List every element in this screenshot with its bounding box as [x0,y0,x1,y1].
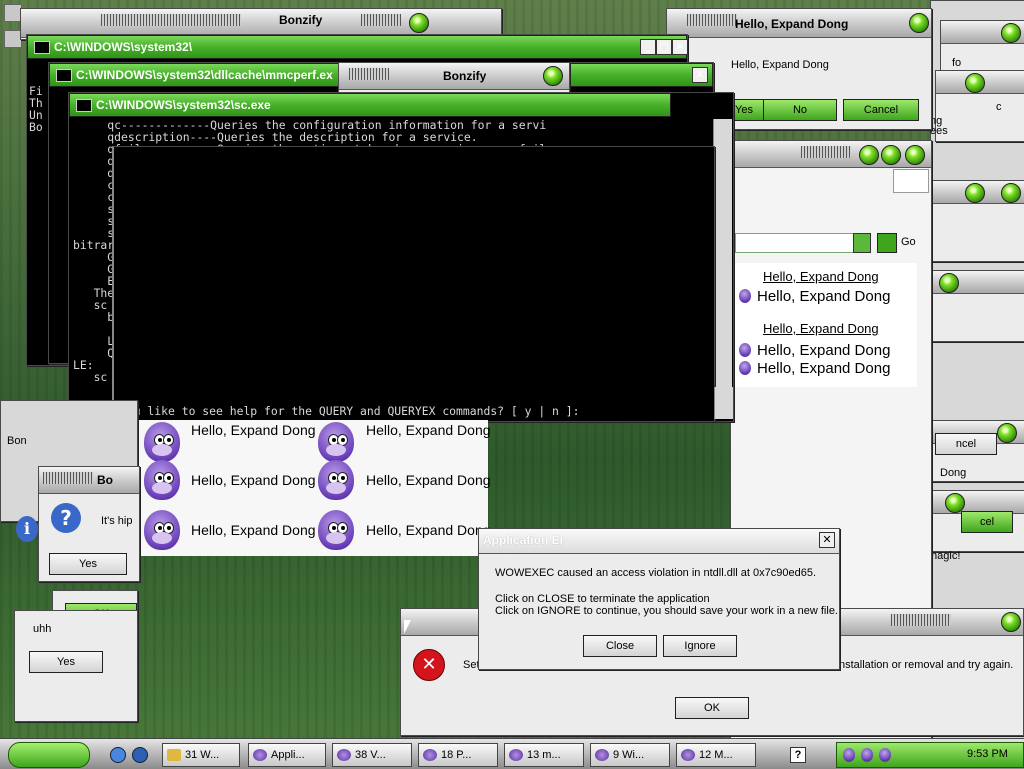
dialog-message: It's hip [101,515,133,527]
go-button[interactable] [877,233,897,253]
cancel-button[interactable]: Cancel [843,99,919,121]
snippet-fo: fo [952,57,962,69]
snippet-bon: Bon [7,435,27,447]
help-icon[interactable]: ? [790,747,806,763]
bonzi-tray-icon[interactable] [861,748,873,762]
windows-logo-icon [893,169,929,193]
bonzi-icon [739,361,751,375]
stacked-dialog-left: uhh Yes [14,610,138,722]
go-label: Go [901,236,916,248]
no-button[interactable]: No [763,99,837,121]
bonzi-icon [314,458,358,502]
console-prompt[interactable]: you like to see help for the QUERY and Q… [120,405,710,419]
error-message: nstallation or removal and try again. [839,659,1014,671]
close-icon[interactable]: ✕ [819,532,835,548]
bonzi-icon [739,289,751,303]
scrollbar[interactable] [713,119,732,419]
mouse-cursor-icon [404,620,411,634]
dropdown-icon[interactable] [853,233,871,253]
window-title: Application Er [483,533,565,547]
address-bar[interactable] [735,233,859,253]
yes-button[interactable]: Yes [49,553,127,575]
close-button[interactable]: Close [583,635,657,657]
bonzi-tray-icon[interactable] [843,748,855,762]
hello-text: Hello, Expand Dong [757,288,891,305]
app-error-dialog: Application Er ✕ WOWEXEC caused an acces… [478,528,840,670]
info-icon: i [16,516,38,542]
taskbar-button[interactable]: 12 M... [676,743,756,767]
bonzi-tray-icon[interactable] [879,748,891,762]
minimize-orb-icon[interactable] [859,145,879,165]
error-line: WOWEXEC caused an access violation in nt… [495,567,816,579]
window-title: Bonzify [279,13,323,27]
snippet-c: c [996,101,1002,113]
close-orb-icon[interactable] [1001,612,1021,632]
side-text: Fi Th Un Bo [29,61,49,361]
hello-text: Hello, Expand Dong [757,360,891,377]
ignore-button[interactable]: Ignore [663,635,737,657]
clock[interactable]: 9:53 PM [967,748,1008,760]
hello-text: Hello, Expand Dong [366,522,491,538]
ie-icon[interactable] [110,747,126,763]
close-orb-icon[interactable] [905,145,925,165]
taskbar-button[interactable]: Appli... [248,743,326,767]
scrollbar[interactable] [714,387,733,419]
close-orb-icon[interactable] [543,66,563,86]
close-icon[interactable]: ✕ [692,67,708,83]
window-title: C:\WINDOWS\system32\ [54,40,193,54]
taskbar-button[interactable]: 18 P... [418,743,498,767]
hello-link[interactable]: Hello, Expand Dong [763,269,879,284]
cancel-button[interactable]: ncel [935,433,997,455]
snippet-magic: magic! [928,550,961,562]
close-orb-icon[interactable] [409,13,429,33]
minimize-icon[interactable]: _ [640,39,656,55]
hello-text: Hello, Expand Dong [757,342,891,359]
close-orb-icon[interactable] [909,13,929,33]
bonzi-icon [314,508,358,552]
hello-text: Hello, Expand Dong [191,422,316,438]
taskbar-button[interactable]: 13 m... [504,743,584,767]
taskbar: 31 W... Appli... 38 V... 18 P... 13 m...… [0,738,1024,769]
maximize-icon[interactable]: □ [656,39,672,55]
snippet-uhh: uhh [33,623,52,635]
snippet-dong: Dong [940,467,967,479]
hello-text: Hello, Expand Dong [366,422,491,438]
hello-text: Hello, Expand Dong [191,472,316,488]
window-title: Bonzify [443,69,487,83]
quicklaunch-icon[interactable] [132,747,148,763]
bonzi-icon [140,458,184,502]
cancel-button[interactable]: cel [961,511,1013,533]
taskbar-button[interactable]: 31 W... [162,743,240,767]
hello-text: Hello, Expand Dong [191,522,316,538]
window-title: Bo [97,473,113,487]
cmd-window: you like to see help for the QUERY and Q… [112,146,733,422]
window-title: C:\WINDOWS\system32\sc.exe [96,98,271,112]
hello-link[interactable]: Hello, Expand Dong [763,321,879,336]
error-icon: ✕ [413,649,445,681]
console-output [118,147,708,397]
error-line: Click on IGNORE to continue, you should … [495,605,838,617]
taskbar-button[interactable]: 38 V... [332,743,412,767]
maximize-orb-icon[interactable] [881,145,901,165]
taskbar-button[interactable]: 9 Wi... [590,743,670,767]
ok-button[interactable]: OK [675,697,749,719]
yes-button[interactable]: Yes [29,651,103,673]
window-title: C:\WINDOWS\system32\dllcache\mmcperf.ex [76,68,333,82]
question-icon: ? [51,503,81,533]
question-dialog: Bo ? It's hip Yes [38,466,140,582]
dialog-message: Hello, Expand Dong [731,59,829,71]
bonzi-icon [140,508,184,552]
hello-text: Hello, Expand Dong [366,472,491,488]
bonzi-grid: Hello, Expand Dong Hello, Expand Dong He… [136,420,491,556]
bonzi-icon [739,343,751,357]
start-button[interactable] [8,742,90,768]
window-title: Hello, Expand Dong [735,17,849,31]
error-line: Click on CLOSE to terminate the applicat… [495,593,710,605]
system-tray: 9:53 PM [836,742,1024,768]
close-icon[interactable]: ✕ [672,39,688,55]
